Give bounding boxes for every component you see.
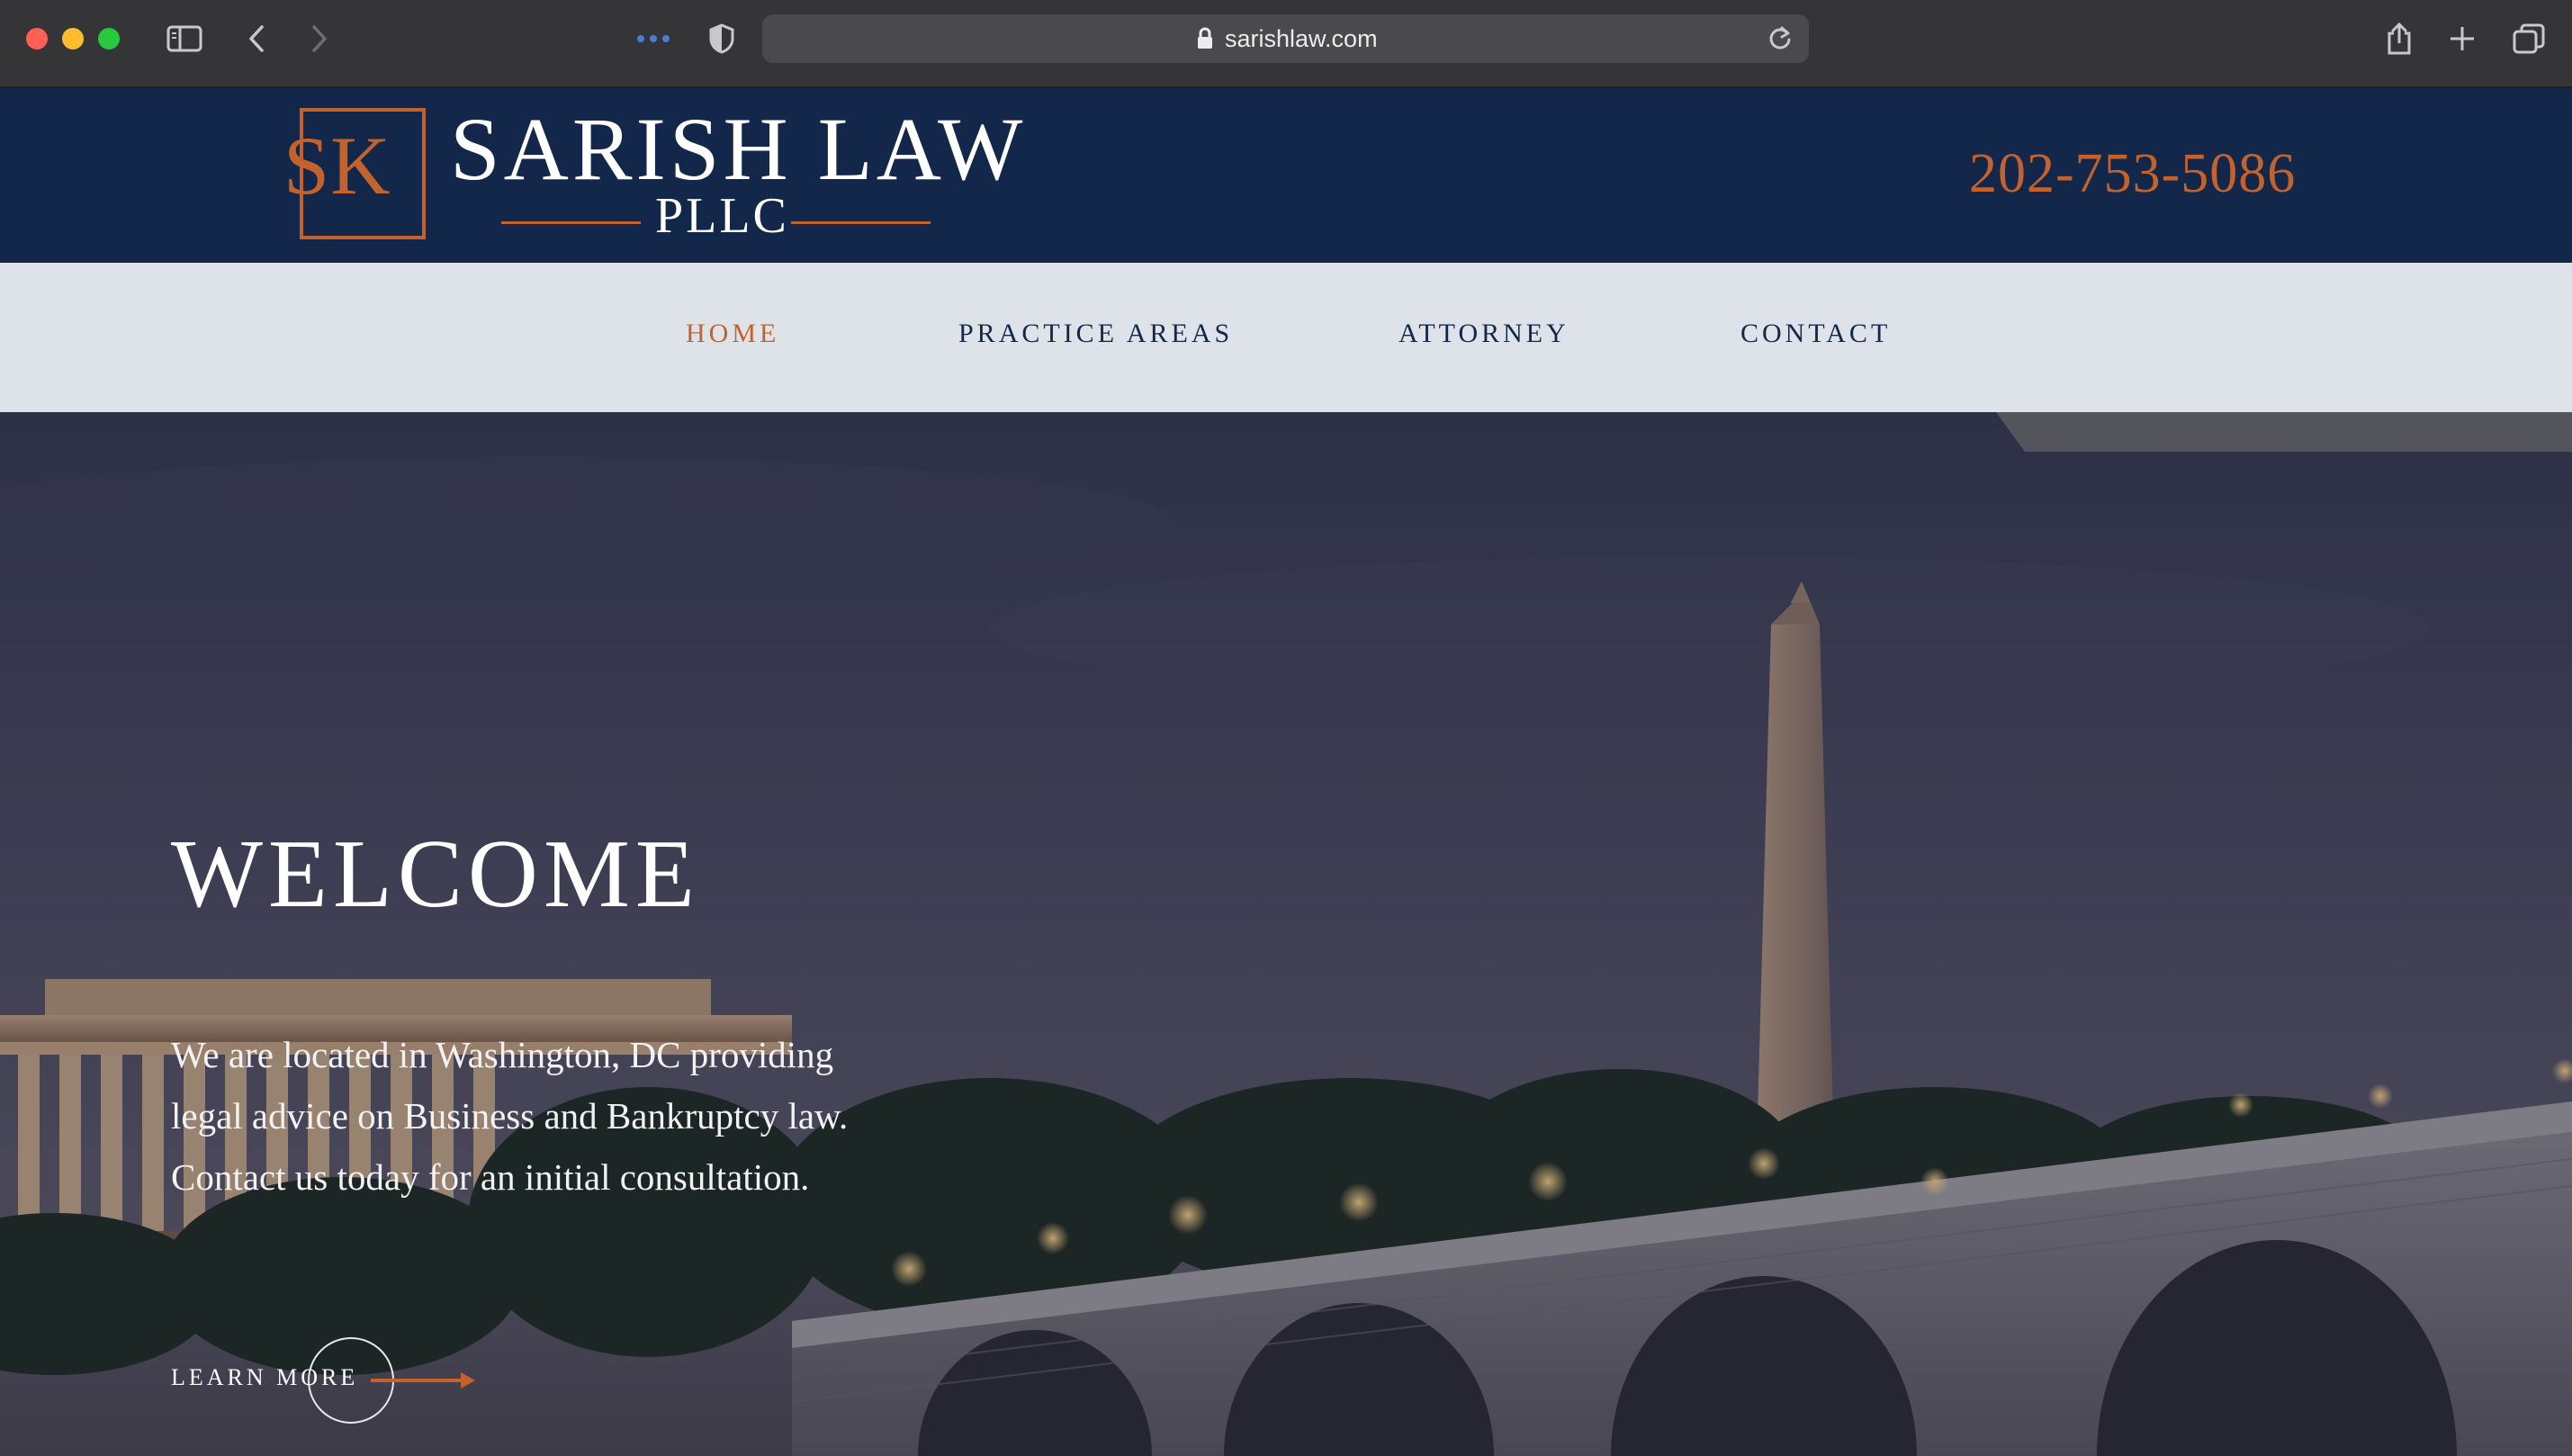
nav-item-contact[interactable]: CONTACT xyxy=(1740,319,1891,349)
site-header: SK SARISH LAW PLLC 202-753-5086 xyxy=(0,88,2572,263)
learn-more-button[interactable]: LEARN MORE xyxy=(171,1337,495,1454)
close-window-button[interactable] xyxy=(26,28,48,49)
tab-overview-icon[interactable] xyxy=(2511,18,2547,59)
share-icon[interactable] xyxy=(2383,18,2415,59)
site-logo[interactable]: SK SARISH LAW PLLC xyxy=(280,99,1030,250)
privacy-shield-icon[interactable] xyxy=(706,18,738,59)
logo-name: SARISH LAW xyxy=(450,99,1027,199)
hero-description-line: legal advice on Business and Bankruptcy … xyxy=(171,1095,849,1137)
hero-description-line: Contact us today for an initial consulta… xyxy=(171,1156,810,1198)
hero-background-image xyxy=(0,412,2572,1456)
main-nav: HOME PRACTICE AREAS ATTORNEY CONTACT xyxy=(0,263,2572,412)
forward-icon[interactable] xyxy=(304,18,335,59)
logo-suffix: PLLC xyxy=(655,188,789,244)
hero-title: WELCOME xyxy=(171,821,700,928)
url-text: sarishlaw.com xyxy=(1225,25,1378,52)
arrow-right-icon xyxy=(369,1370,477,1396)
zoom-window-button[interactable] xyxy=(98,28,120,49)
logo-monogram: SK xyxy=(283,120,391,211)
address-bar[interactable]: sarishlaw.com xyxy=(762,14,1809,63)
phone-number-link[interactable]: 202-753-5086 xyxy=(1969,142,2296,206)
minimize-window-button[interactable] xyxy=(62,28,84,49)
logo-rule-right xyxy=(791,221,931,224)
nav-item-practice-areas[interactable]: PRACTICE AREAS xyxy=(958,319,1233,349)
extensions-icon[interactable] xyxy=(635,18,671,59)
hero-description-line: We are located in Washington, DC providi… xyxy=(171,1034,834,1075)
hero-section: WELCOME We are located in Washington, DC… xyxy=(0,412,2572,1456)
logo-rule-left xyxy=(501,221,641,224)
sidebar-icon[interactable] xyxy=(164,18,205,59)
reload-icon[interactable] xyxy=(1767,25,1793,57)
nav-item-home[interactable]: HOME xyxy=(686,319,779,349)
hero-description: We are located in Washington, DC providi… xyxy=(171,1024,981,1208)
learn-more-label: LEARN MORE xyxy=(171,1364,359,1390)
lock-icon xyxy=(1197,27,1213,55)
browser-toolbar: sarishlaw.com xyxy=(0,0,2572,88)
nav-item-attorney[interactable]: ATTORNEY xyxy=(1398,319,1569,349)
new-tab-icon[interactable] xyxy=(2446,18,2478,59)
back-icon[interactable] xyxy=(241,18,272,59)
